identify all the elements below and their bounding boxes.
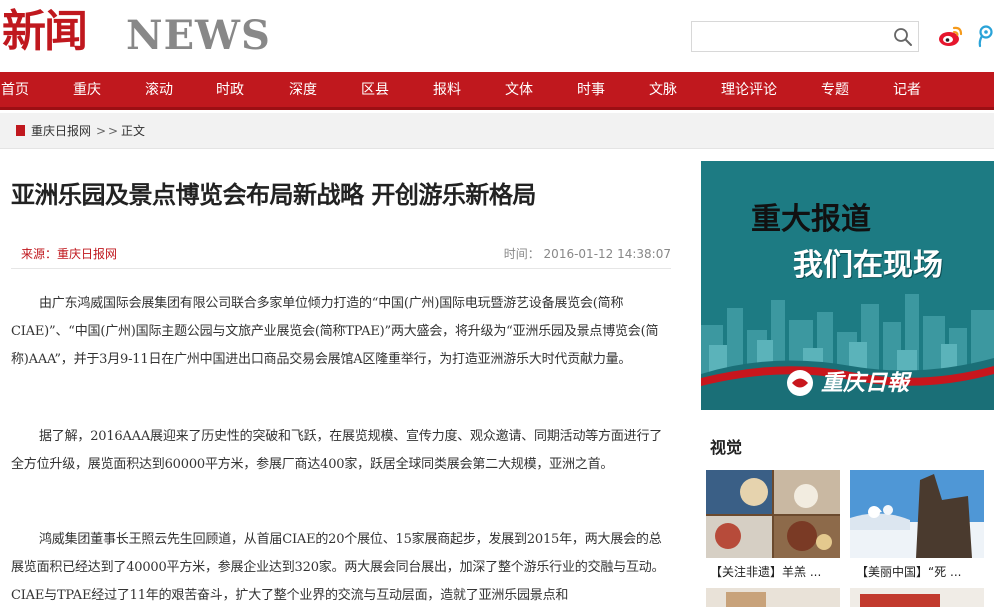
nav-item-depth[interactable]: 深度 [289, 72, 317, 108]
breadcrumb-home-link[interactable]: 重庆日报网 [31, 123, 91, 139]
article: 亚洲乐园及景点博览会布局新战略 开创游乐新格局 来源：重庆日报网 时间： 201… [0, 149, 690, 607]
thumbnail-caption[interactable]: 【美丽中国】“死 ... [856, 563, 961, 581]
banner-subheadline: 我们在现场 [793, 248, 943, 283]
logo-chinese[interactable]: 新闻 [2, 6, 88, 58]
article-meta: 来源：重庆日报网 时间： 2016-01-12 14:38:07 [11, 241, 671, 269]
banner-logo-text: 重庆日報 [821, 370, 910, 396]
nav-item-culture-sports[interactable]: 文体 [505, 72, 533, 108]
newspaper-logo-icon [787, 370, 813, 396]
article-time: 时间： 2016-01-12 14:38:07 [503, 247, 671, 261]
site-header: 新闻 NEWS [0, 0, 994, 72]
nav-item-chongqing[interactable]: 重庆 [73, 72, 101, 108]
article-title: 亚洲乐园及景点博览会布局新战略 开创游乐新格局 [11, 181, 536, 209]
sina-weibo-icon[interactable] [938, 24, 964, 48]
promo-banner[interactable]: 重大报道 我们在现场 重庆日報 [701, 161, 994, 410]
search-box [691, 21, 919, 52]
thumbnail-food-heritage[interactable] [706, 470, 840, 558]
nav-item-topics[interactable]: 专题 [821, 72, 849, 108]
breadcrumb: 重庆日报网 > > 正文 [0, 113, 994, 149]
nav-item-wenmai[interactable]: 文脉 [649, 72, 677, 108]
breadcrumb-current: 正文 [121, 124, 146, 138]
nav-item-politics[interactable]: 时政 [216, 72, 244, 108]
nav-item-districts[interactable]: 区县 [361, 72, 389, 108]
search-input[interactable] [692, 22, 888, 51]
thumbnail-partial[interactable] [850, 588, 984, 607]
nav-item-home[interactable]: 首页 [1, 72, 29, 108]
logo-english[interactable]: NEWS [126, 12, 271, 60]
article-paragraph: 由广东鸿威国际会展集团有限公司联合多家单位倾力打造的“中国(广州)国际电玩暨游艺… [11, 296, 659, 367]
banner-logo: 重庆日報 [787, 368, 927, 398]
article-paragraph: 鸿威集团董事长王照云先生回顾道，从首届CIAE的20个展位、15家展商起步，发展… [11, 532, 665, 603]
article-source: 来源：重庆日报网 [21, 247, 118, 261]
breadcrumb-separator: > [108, 124, 119, 138]
visual-section-title: 视觉 [710, 438, 743, 457]
nav-item-current-affairs[interactable]: 时事 [577, 72, 605, 108]
search-icon[interactable] [892, 26, 914, 48]
main-nav: 首页 重庆 滚动 时政 深度 区县 报料 文体 时事 文脉 理论评论 专题 记者 [0, 72, 994, 110]
thumbnail-caption[interactable]: 【关注非遗】羊羔 ... [710, 563, 821, 581]
thumbnail-snow-landscape[interactable] [850, 470, 984, 558]
nav-item-theory[interactable]: 理论评论 [721, 72, 777, 108]
thumbnail-partial[interactable] [706, 588, 840, 607]
article-paragraph: 据了解，2016AAA展迎来了历史性的突破和飞跃，在展览规模、宣传力度、观众邀请… [11, 429, 663, 472]
breadcrumb-marker [16, 125, 25, 136]
nav-item-rolling[interactable]: 滚动 [145, 72, 173, 108]
banner-headline: 重大报道 [751, 202, 871, 237]
tencent-weibo-icon[interactable] [974, 24, 994, 48]
nav-item-reporters[interactable]: 记者 [893, 72, 921, 108]
breadcrumb-separator: > [96, 124, 107, 138]
nav-item-tips[interactable]: 报料 [433, 72, 461, 108]
